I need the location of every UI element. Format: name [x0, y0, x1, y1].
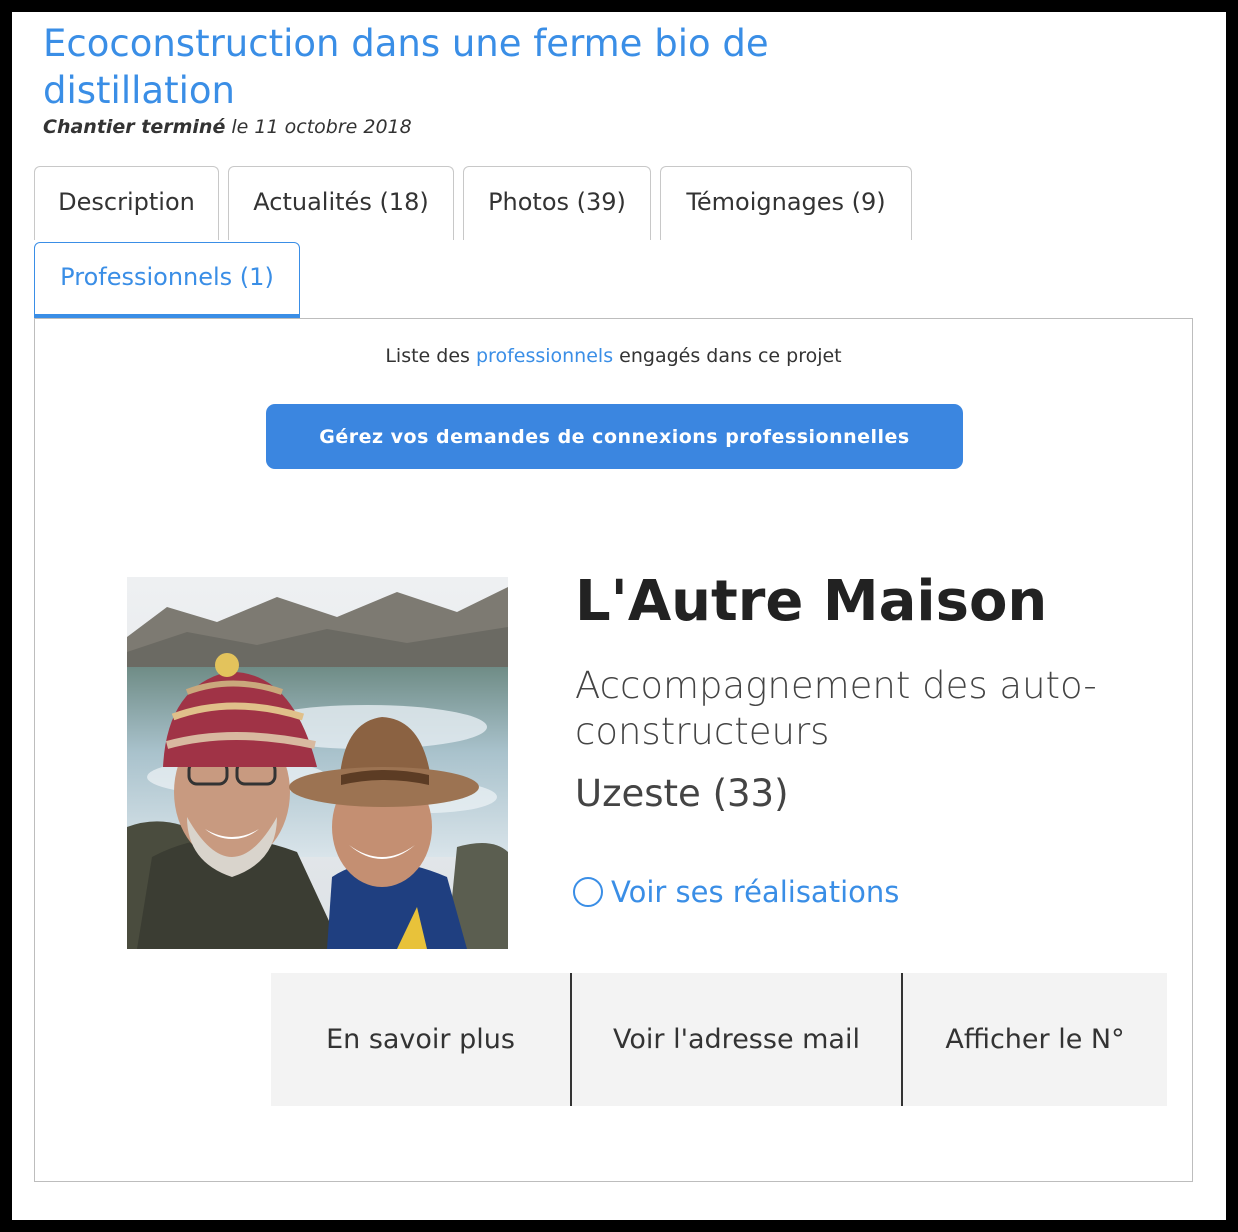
page-title[interactable]: Ecoconstruction dans une ferme bio de di…: [43, 20, 863, 114]
intro-text-before: Liste des: [385, 345, 476, 367]
status-label: Chantier terminé: [43, 116, 226, 138]
voir-realisations-link[interactable]: Voir ses réalisations: [573, 875, 899, 909]
professional-activity: Accompagnement des auto-constructeurs: [575, 664, 1097, 753]
professionals-panel: Liste des professionnels engagés dans ce…: [34, 318, 1193, 1182]
status-date: le 11 octobre 2018: [231, 116, 412, 138]
professional-actions: En savoir plus Voir l'adresse mail Affic…: [271, 973, 1167, 1106]
intro-text-after: engagés dans ce projet: [613, 345, 842, 367]
professional-location: Uzeste (33): [575, 772, 789, 815]
realisations-label: Voir ses réalisations: [611, 875, 900, 909]
professional-photo[interactable]: [127, 577, 508, 949]
panel-intro: Liste des professionnels engagés dans ce…: [35, 345, 1192, 367]
tab-description[interactable]: Description: [34, 166, 219, 240]
project-status: Chantier terminé le 11 octobre 2018: [43, 116, 412, 138]
tab-temoignages[interactable]: Témoignages (9): [660, 166, 912, 240]
voir-adresse-mail-button[interactable]: Voir l'adresse mail: [570, 973, 901, 1106]
circle-icon: [573, 877, 603, 907]
tab-professionnels[interactable]: Professionnels (1): [34, 242, 300, 318]
en-savoir-plus-button[interactable]: En savoir plus: [271, 973, 570, 1106]
manage-connections-button[interactable]: Gérez vos demandes de connexions profess…: [266, 404, 963, 469]
tab-actualites[interactable]: Actualités (18): [228, 166, 454, 240]
tab-photos[interactable]: Photos (39): [463, 166, 651, 240]
afficher-numero-button[interactable]: Afficher le N°: [901, 973, 1167, 1106]
professionnels-link[interactable]: professionnels: [476, 345, 613, 367]
page: Ecoconstruction dans une ferme bio de di…: [12, 12, 1226, 1220]
professional-name[interactable]: L'Autre Maison: [575, 567, 1047, 637]
